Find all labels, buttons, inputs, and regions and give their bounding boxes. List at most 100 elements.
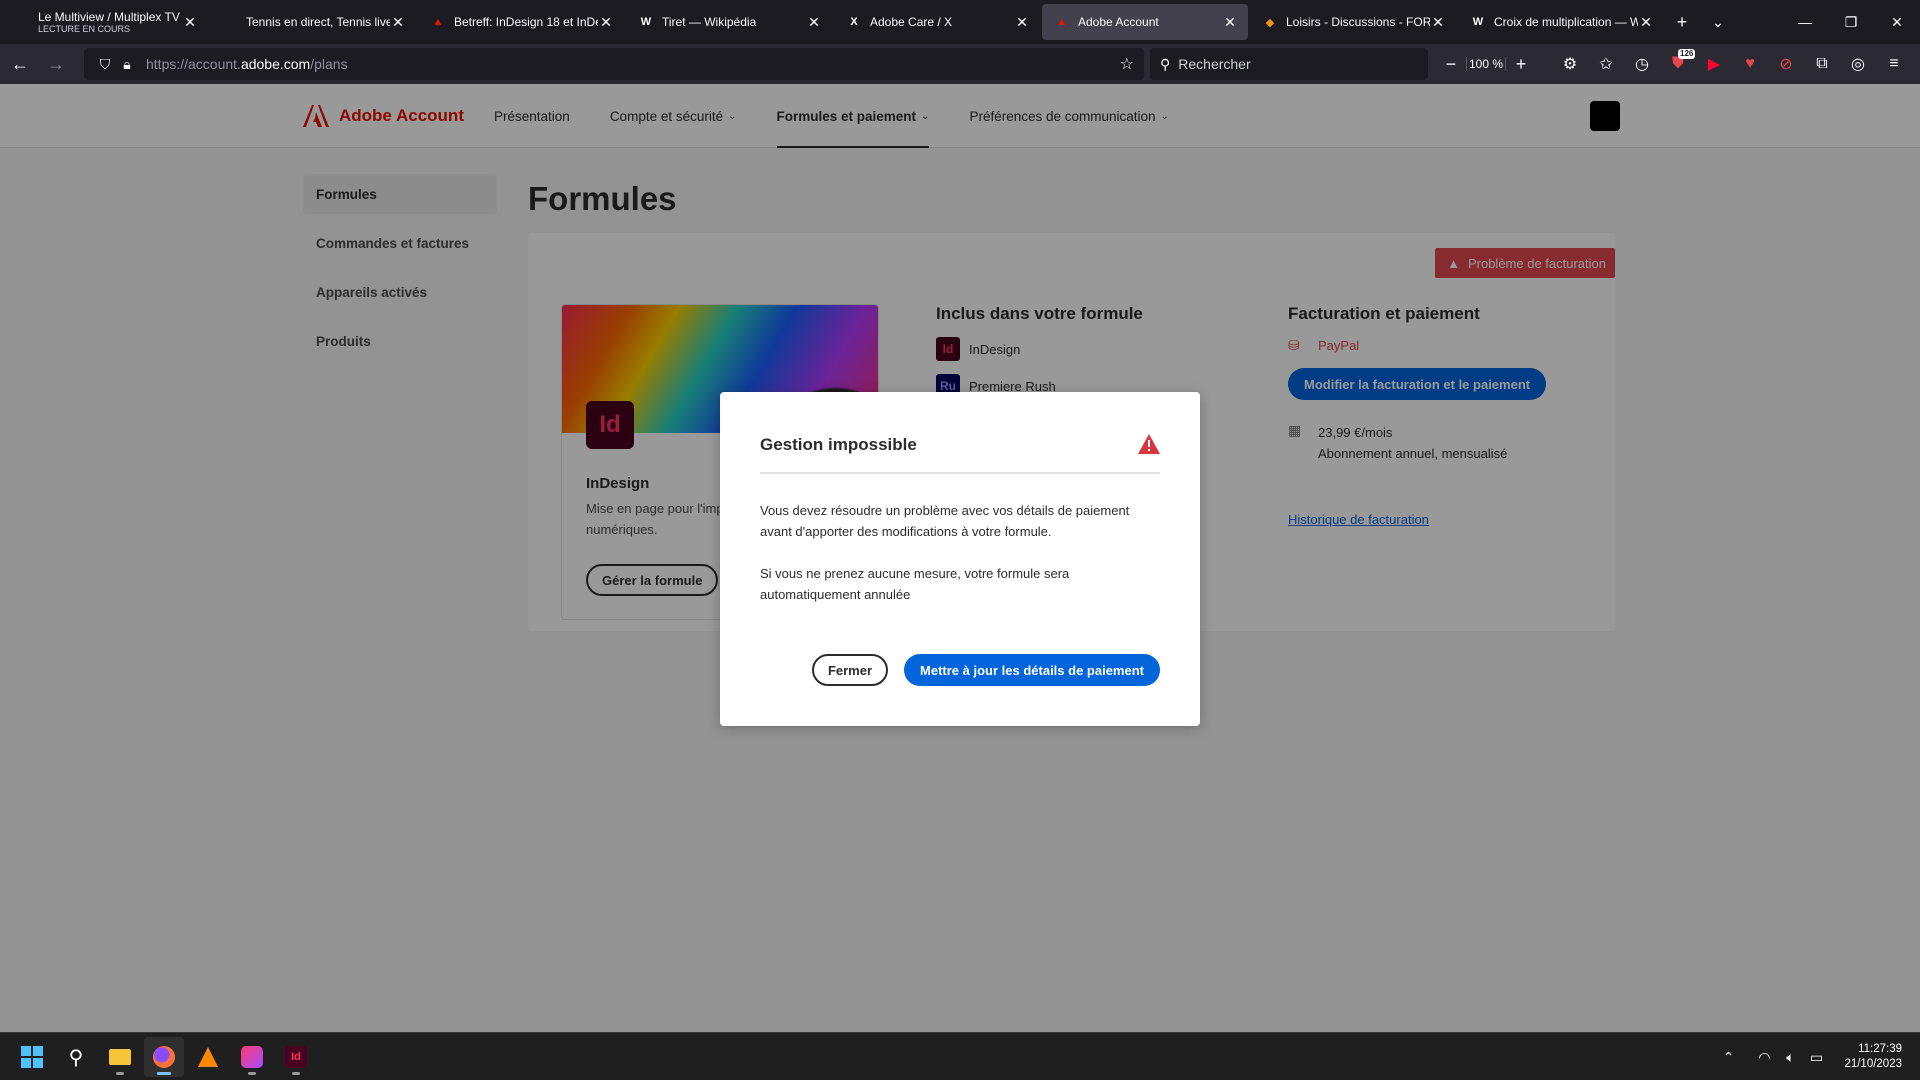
window-controls: — ❐ ✕: [1782, 0, 1920, 44]
manage-impossible-dialog: Gestion impossible Vous devez résoudre u…: [720, 392, 1200, 726]
close-tab-icon[interactable]: ✕: [1222, 14, 1238, 31]
dialog-warning-message: Si vous ne prenez aucune mesure, votre f…: [760, 566, 1070, 602]
creative-cloud-icon[interactable]: [232, 1037, 272, 1077]
windows-logo-icon: [21, 1046, 43, 1068]
settings-gear-icon[interactable]: ⚙: [1552, 48, 1588, 80]
extensions-puzzle-icon[interactable]: ⧉: [1804, 48, 1840, 80]
minimize-button[interactable]: —: [1782, 0, 1828, 44]
tab-item[interactable]: ◐ Tennis en direct, Tennis live, R✕: [210, 4, 416, 40]
close-tab-icon[interactable]: ✕: [598, 14, 614, 31]
forum-icon: ◆: [1265, 16, 1275, 29]
tab-text: Adobe Account: [1078, 15, 1222, 29]
tab-item[interactable]: W Croix de multiplication — Wi ✕: [1458, 4, 1664, 40]
zoom-level[interactable]: 100 %: [1466, 57, 1506, 71]
close-tab-icon[interactable]: ✕: [1638, 14, 1654, 31]
dialog-message: Vous devez résoudre un problème avec vos…: [760, 503, 1130, 539]
list-all-tabs-button[interactable]: ⌄: [1700, 4, 1736, 40]
red-extension-icon[interactable]: ♥: [1732, 48, 1768, 80]
tab-title: Loisirs - Discussions - FORUM: [1286, 15, 1430, 29]
zoom-out-button[interactable]: −: [1436, 54, 1466, 75]
new-tab-button[interactable]: +: [1664, 4, 1700, 40]
indesign-taskbar-icon[interactable]: Id: [276, 1037, 316, 1077]
history-clock-icon[interactable]: ◷: [1624, 48, 1660, 80]
tab-text: Betreff: InDesign 18 et InDesi: [454, 15, 598, 29]
dialog-divider: [760, 472, 1160, 474]
tab-text: Adobe Care / X: [870, 15, 1014, 29]
adobe-icon: ▲: [1056, 16, 1068, 28]
close-tab-icon[interactable]: ✕: [182, 14, 198, 31]
tab-text: Croix de multiplication — Wi: [1494, 15, 1638, 29]
dialog-body: Vous devez résoudre un problème avec vos…: [760, 500, 1160, 605]
tab-title: Adobe Account: [1078, 15, 1159, 29]
tab-subtitle: LECTURE EN COURS: [38, 24, 131, 34]
close-dialog-button[interactable]: Fermer: [811, 654, 889, 686]
url-path: /plans: [310, 56, 348, 72]
tab-title: Betreff: InDesign 18 et InDesi: [454, 15, 598, 29]
wikipedia-icon: W: [640, 16, 652, 28]
shield-icon[interactable]: ⛉: [94, 56, 116, 73]
browser-nav-bar: ← → ⛉ 🔒︎ https://account.adobe.com/plans…: [0, 44, 1920, 84]
close-tab-icon[interactable]: ✕: [806, 14, 822, 31]
lock-icon[interactable]: 🔒︎: [116, 56, 138, 73]
vlc-icon[interactable]: [188, 1037, 228, 1077]
tab-text: Loisirs - Discussions - FORUM: [1286, 15, 1430, 29]
wikipedia-icon: W: [1472, 16, 1484, 28]
tab-title: Tennis en direct, Tennis live, R: [246, 15, 390, 29]
tennis-icon: ◐: [226, 16, 234, 28]
tab-text: Tiret — Wikipédia: [662, 15, 806, 29]
file-explorer-icon[interactable]: [100, 1037, 140, 1077]
url-prefix: https://account.: [146, 56, 241, 72]
update-payment-button[interactable]: Mettre à jour les détails de paiement: [904, 654, 1160, 686]
tab-item[interactable]: ▲ Betreff: InDesign 18 et InDesi ✕: [418, 4, 624, 40]
bookmark-star-icon[interactable]: ☆: [1120, 54, 1134, 74]
adobe-icon: ▲: [432, 16, 444, 28]
browser-tab-bar: ▮ Le Multiview / Multiplex TV LECTURE EN C…: [0, 0, 1920, 44]
tab-strip: ▮ Le Multiview / Multiplex TV LECTURE EN C…: [0, 4, 1664, 40]
search-icon: ⚲: [1160, 55, 1171, 72]
tab-item[interactable]: X Adobe Care / X ✕: [834, 4, 1040, 40]
volume-icon[interactable]: 🔈︎: [1778, 1049, 1802, 1066]
url-host: adobe.com: [240, 56, 311, 72]
tab-title: Tiret — Wikipédia: [662, 15, 757, 29]
tab-text: Tennis en direct, Tennis live, R: [246, 15, 390, 29]
back-button[interactable]: ←: [4, 48, 36, 80]
forward-button[interactable]: →: [40, 48, 72, 80]
tab-title: Adobe Care / X: [870, 15, 953, 29]
multiview-icon: ▮: [18, 16, 26, 29]
show-hidden-icons-chevron-icon[interactable]: ⌃: [1716, 1049, 1740, 1066]
windows-taskbar: ⚲ Id ⌃ ◠ 🔈︎ ▭ 11:27:39 21/10/2023: [0, 1032, 1920, 1080]
tab-active[interactable]: ▲ Adobe Account ✕: [1042, 4, 1248, 40]
taskbar-apps: ⚲ Id: [12, 1033, 320, 1080]
block-extension-icon[interactable]: ⊘: [1768, 48, 1804, 80]
restore-button[interactable]: ❐: [1828, 0, 1874, 44]
close-tab-icon[interactable]: ✕: [1014, 14, 1030, 31]
zoom-controls: − 100 % +: [1436, 48, 1536, 80]
start-windows-icon[interactable]: [12, 1037, 52, 1077]
tab-item[interactable]: ▮ Le Multiview / Multiplex TV LECTURE EN C…: [2, 4, 208, 40]
ublock-extension-icon[interactable]: ⛊ 126: [1660, 48, 1696, 80]
url-bar[interactable]: ⛉ 🔒︎ https://account.adobe.com/plans ☆: [84, 48, 1144, 80]
clock-time: 11:27:39: [1858, 1043, 1902, 1055]
youtube-extension-icon[interactable]: ▶: [1696, 48, 1732, 80]
taskbar-search-icon[interactable]: ⚲: [56, 1037, 96, 1077]
close-tab-icon[interactable]: ✕: [390, 14, 406, 31]
wifi-icon[interactable]: ◠: [1752, 1049, 1776, 1066]
tab-item[interactable]: ◆ Loisirs - Discussions - FORUM✕: [1250, 4, 1456, 40]
tab-item[interactable]: W Tiret — Wikipédia ✕: [626, 4, 832, 40]
profile-mask-icon[interactable]: ◎: [1840, 48, 1876, 80]
search-input[interactable]: [1178, 56, 1399, 72]
search-bar[interactable]: ⚲: [1150, 48, 1428, 80]
bookmarks-icon[interactable]: ✩: [1588, 48, 1624, 80]
close-window-button[interactable]: ✕: [1874, 0, 1920, 44]
close-tab-icon[interactable]: ✕: [1430, 14, 1446, 31]
taskbar-clock[interactable]: 11:27:39 21/10/2023: [1844, 1042, 1902, 1072]
x-icon: X: [850, 16, 858, 28]
url-text[interactable]: https://account.adobe.com/plans: [146, 56, 1120, 72]
tab-text: Le Multiview / Multiplex TV LECTURE EN CO…: [38, 10, 182, 34]
toolbar-icons: ⚙ ✩ ◷ ⛊ 126 ▶ ♥ ⊘ ⧉ ◎ ≡: [1552, 48, 1912, 80]
firefox-icon[interactable]: [144, 1037, 184, 1077]
battery-icon[interactable]: ▭: [1804, 1049, 1828, 1066]
menu-hamburger-icon[interactable]: ≡: [1876, 48, 1912, 80]
zoom-in-button[interactable]: +: [1506, 54, 1536, 75]
system-tray: ⌃ ◠ 🔈︎ ▭ 11:27:39 21/10/2023: [1714, 1033, 1920, 1080]
